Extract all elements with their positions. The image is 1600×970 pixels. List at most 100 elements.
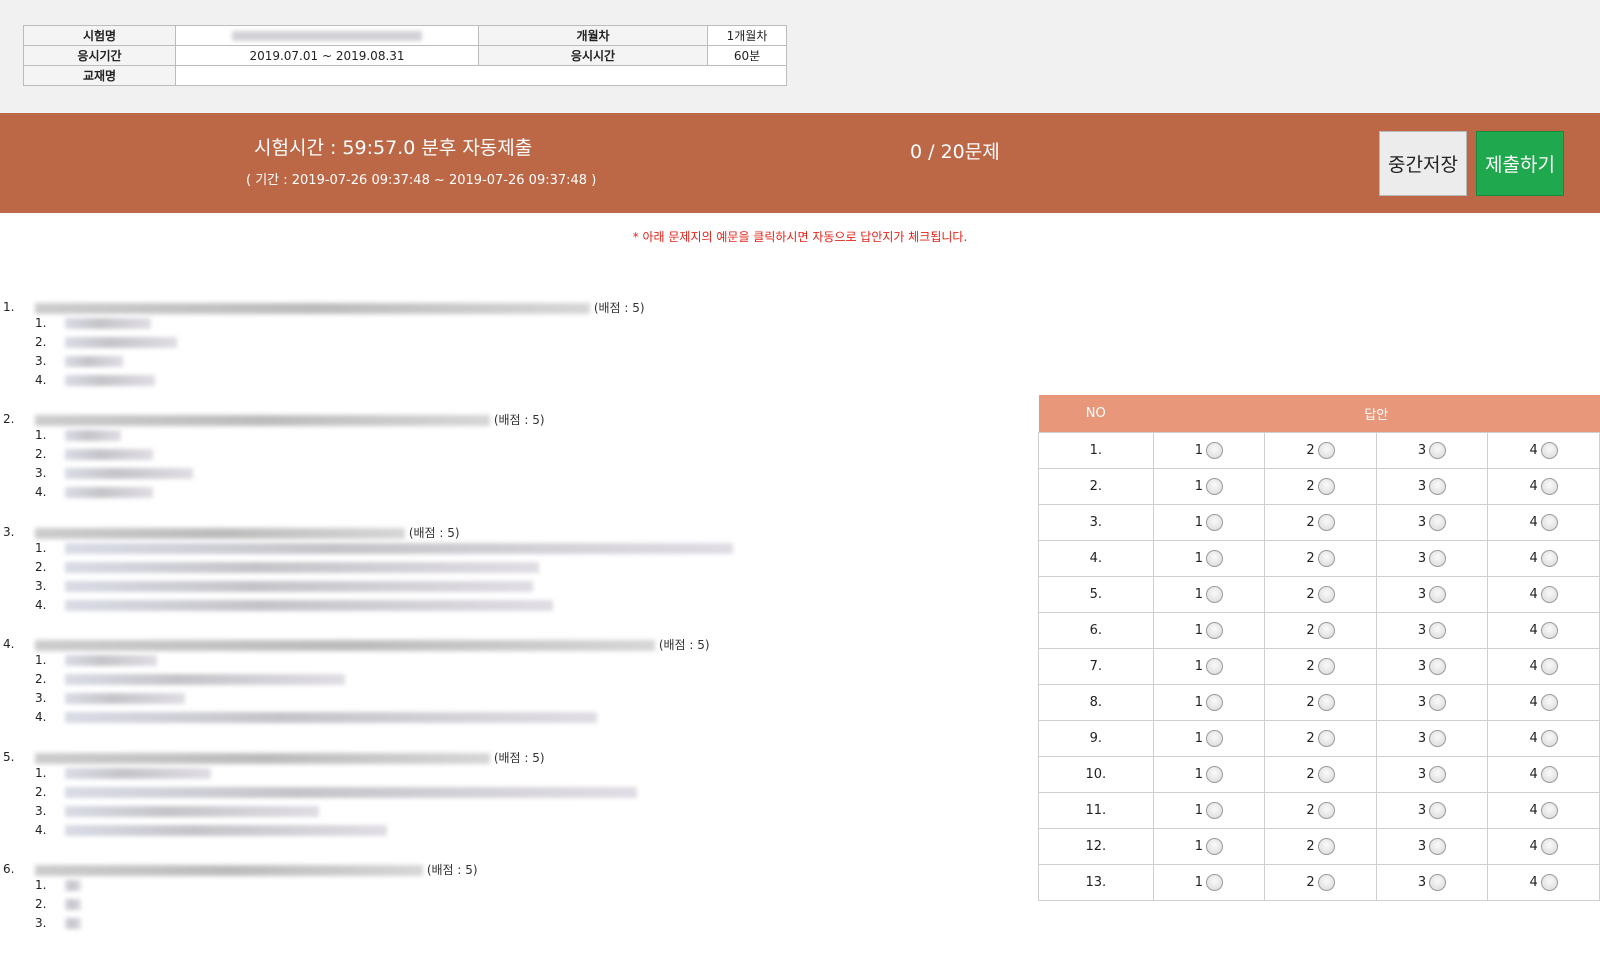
answer-radio[interactable] [1206,442,1224,459]
question-line[interactable]: (배점 : 5) [35,299,645,316]
answer-radio[interactable] [1540,658,1558,675]
choice-item[interactable]: 1. [35,653,157,667]
answer-radio[interactable] [1317,442,1335,459]
choice-item[interactable]: 4. [35,710,597,724]
answer-radio[interactable] [1429,730,1447,747]
answer-radio[interactable] [1429,550,1447,567]
answer-radio[interactable] [1540,766,1558,783]
answer-radio[interactable] [1540,802,1558,819]
question-number: 4. [3,637,15,652]
choice-item[interactable]: 2. [35,560,539,574]
answer-radio[interactable] [1429,838,1447,855]
answer-row: 7. 1 2 3 4 [1038,648,1600,685]
answer-radio[interactable] [1540,622,1558,639]
choice-item[interactable]: 4. [35,823,387,837]
answer-radio[interactable] [1206,658,1224,675]
answer-radio[interactable] [1206,874,1224,891]
answer-radio[interactable] [1317,478,1335,495]
answer-option-cell: 3 [1375,540,1489,577]
choice-item[interactable]: 1. [35,316,151,330]
answer-radio[interactable] [1540,478,1558,495]
choice-item[interactable]: 2. [35,672,345,686]
choice-number: 1. [35,316,47,330]
answer-radio[interactable] [1317,622,1335,639]
choice-item[interactable]: 3. [35,804,319,818]
answer-radio[interactable] [1317,730,1335,747]
answer-radio[interactable] [1206,694,1224,711]
answer-radio[interactable] [1540,586,1558,603]
choice-item[interactable]: 3. [35,466,193,480]
choice-number: 2. [35,672,47,687]
choice-item[interactable]: 2. [35,897,81,911]
answer-radio[interactable] [1317,802,1335,819]
answer-option-cell: 4 [1487,648,1600,685]
choice-item[interactable]: 2. [35,785,637,799]
answer-radio[interactable] [1429,586,1447,603]
choice-item[interactable]: 4. [35,373,155,387]
answer-radio[interactable] [1540,730,1558,747]
answer-radio[interactable] [1317,658,1335,675]
answer-option-label: 2 [1306,839,1315,854]
answer-row-number: 2. [1038,468,1154,505]
question-line[interactable]: (배점 : 5) [35,411,545,428]
answer-radio[interactable] [1206,514,1224,531]
answer-option-cell: 2 [1264,468,1377,505]
answer-radio[interactable] [1429,478,1447,495]
answer-radio[interactable] [1206,622,1224,639]
answer-radio[interactable] [1317,514,1335,531]
answer-radio[interactable] [1429,658,1447,675]
exam-name-value [175,25,479,46]
question-line[interactable]: (배점 : 5) [35,524,460,541]
answer-radio[interactable] [1317,766,1335,783]
answer-radio[interactable] [1540,874,1558,891]
answer-option-cell: 1 [1152,756,1266,793]
answer-radio[interactable] [1206,730,1224,747]
choice-item[interactable]: 3. [35,354,123,368]
answer-option-label: 1 [1194,659,1204,674]
question-line[interactable]: (배점 : 5) [35,636,710,653]
answer-radio[interactable] [1206,802,1224,819]
answer-option-cell: 4 [1487,504,1600,541]
choice-item[interactable]: 3. [35,691,185,705]
choice-item[interactable]: 3. [35,916,81,930]
choice-item[interactable]: 2. [35,335,177,349]
choice-item[interactable]: 4. [35,598,553,612]
answer-radio[interactable] [1317,586,1335,603]
answer-radio[interactable] [1317,838,1335,855]
choice-item[interactable]: 3. [35,579,533,593]
choice-text-redacted [65,487,153,499]
submit-button[interactable]: 제출하기 [1476,131,1564,196]
save-progress-button[interactable]: 중간저장 [1379,131,1467,196]
answer-radio[interactable] [1429,694,1447,711]
answer-radio[interactable] [1317,694,1335,711]
question-line[interactable]: (배점 : 5) [35,861,478,878]
answer-option-cell: 4 [1487,720,1600,757]
answer-radio[interactable] [1206,550,1224,567]
answer-radio[interactable] [1429,802,1447,819]
answer-radio[interactable] [1429,622,1447,639]
answer-radio[interactable] [1429,514,1447,531]
answer-radio[interactable] [1206,478,1224,495]
answer-radio[interactable] [1540,550,1558,567]
answer-radio[interactable] [1429,766,1447,783]
answer-radio[interactable] [1540,838,1558,855]
choice-item[interactable]: 1. [35,428,121,442]
answer-radio[interactable] [1206,586,1224,603]
answer-radio[interactable] [1206,766,1224,783]
answer-radio[interactable] [1540,694,1558,711]
answer-radio[interactable] [1540,442,1558,459]
choice-text-redacted [65,542,733,554]
choice-item[interactable]: 4. [35,485,153,499]
question-line[interactable]: (배점 : 5) [35,749,545,766]
answer-radio[interactable] [1429,442,1447,459]
answer-radio[interactable] [1317,874,1335,891]
answer-radio[interactable] [1540,514,1558,531]
choice-item[interactable]: 1. [35,541,733,555]
answer-row: 6. 1 2 3 4 [1038,612,1600,649]
answer-radio[interactable] [1206,838,1224,855]
answer-radio[interactable] [1429,874,1447,891]
choice-item[interactable]: 2. [35,447,153,461]
choice-item[interactable]: 1. [35,878,81,892]
answer-radio[interactable] [1317,550,1335,567]
choice-item[interactable]: 1. [35,766,211,780]
